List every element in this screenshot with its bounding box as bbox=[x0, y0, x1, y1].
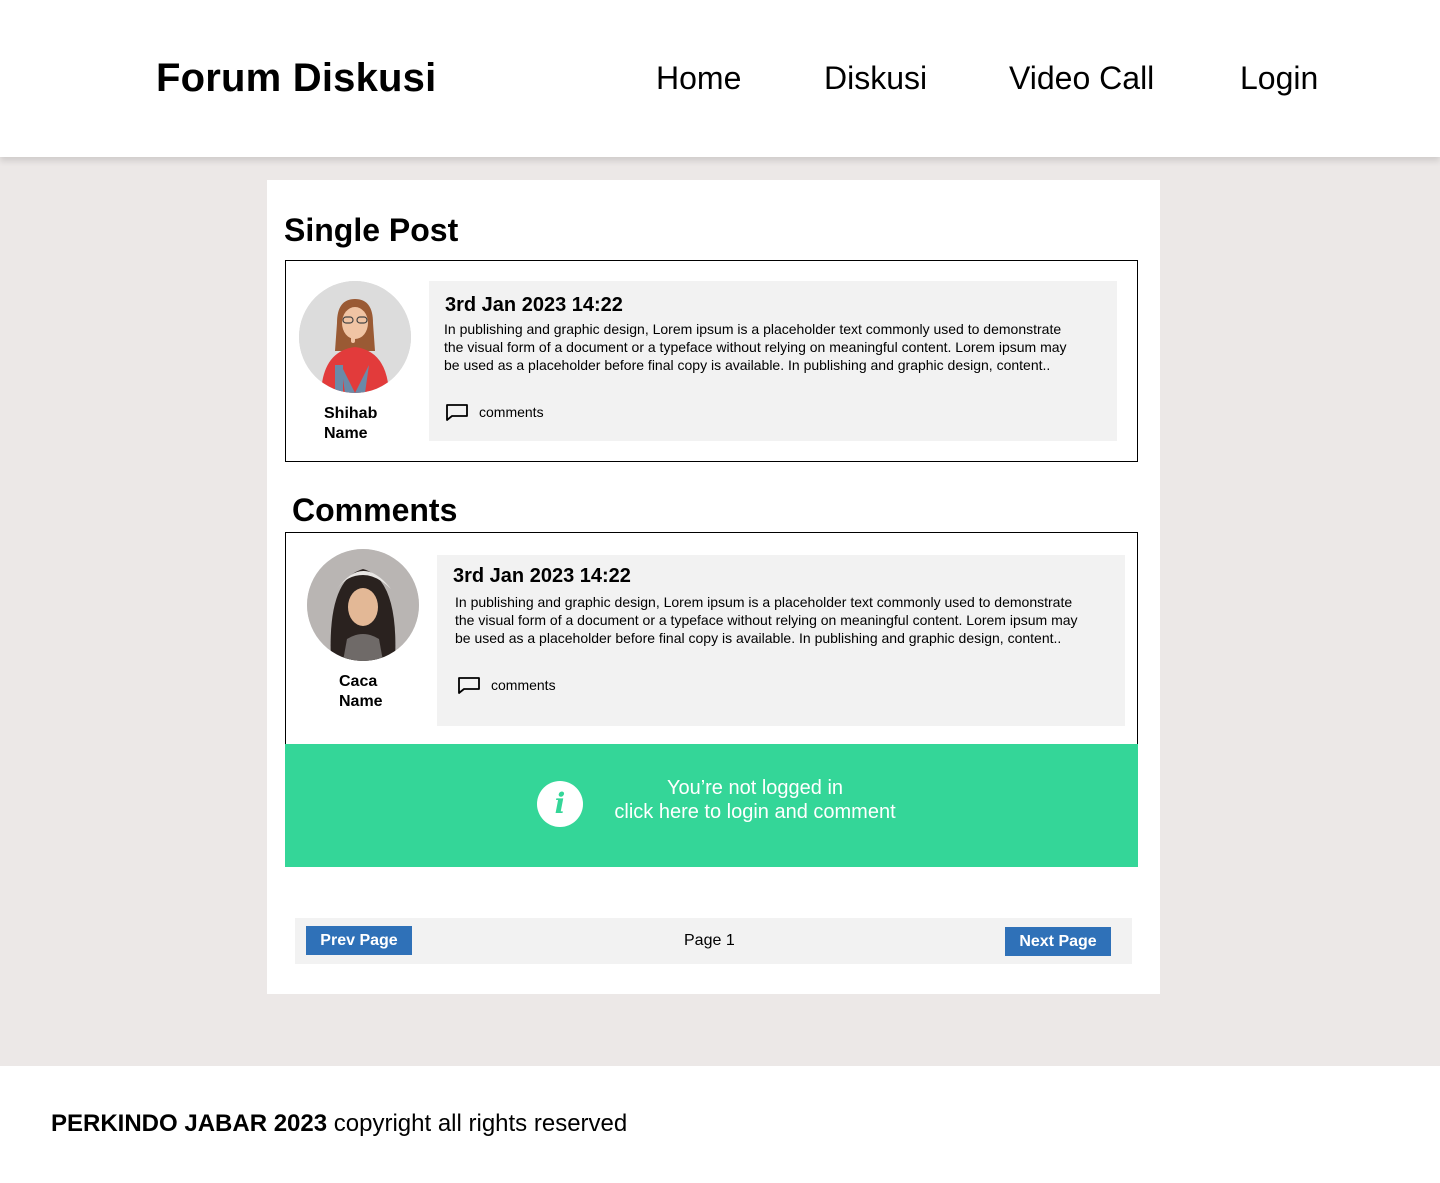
footer-text: PERKINDO JABAR 2023 copyright all rights… bbox=[51, 1110, 627, 1138]
info-icon: i bbox=[537, 781, 583, 827]
footer-org: PERKINDO JABAR 2023 bbox=[51, 1110, 328, 1137]
nav-home[interactable]: Home bbox=[656, 60, 741, 97]
main-card: Single Post Shihab Name 3rd Jan 2023 14:… bbox=[267, 180, 1160, 994]
author-first-name: Caca bbox=[339, 673, 378, 690]
post-date: 3rd Jan 2023 14:22 bbox=[445, 294, 623, 316]
single-post: Shihab Name 3rd Jan 2023 14:22 In publis… bbox=[285, 260, 1138, 462]
post-body: In publishing and graphic design, Lorem … bbox=[444, 321, 1067, 373]
comments-label: comments bbox=[479, 404, 544, 420]
author-first-name: Shihab bbox=[324, 405, 378, 422]
author-name: Caca Name bbox=[339, 672, 383, 712]
site-brand[interactable]: Forum Diskusi bbox=[156, 56, 436, 101]
author-name: Shihab Name bbox=[324, 404, 377, 444]
page-indicator: Page 1 bbox=[684, 932, 735, 949]
site-header: Forum Diskusi Home Diskusi Video Call Lo… bbox=[0, 0, 1440, 157]
comment-body: In publishing and graphic design, Lorem … bbox=[455, 594, 1078, 646]
author-last-name: Name bbox=[339, 693, 383, 710]
comments-label: comments bbox=[491, 677, 556, 693]
login-banner-line1: You’re not logged in bbox=[666, 777, 844, 799]
login-banner-text: You’re not logged in click here to login… bbox=[585, 776, 925, 824]
prev-page-button[interactable]: Prev Page bbox=[306, 926, 412, 955]
avatar[interactable] bbox=[307, 549, 419, 661]
login-banner[interactable]: i You’re not logged in click here to log… bbox=[285, 744, 1138, 867]
avatar-woman-snow-image bbox=[307, 549, 419, 661]
post-content: 3rd Jan 2023 14:22 In publishing and gra… bbox=[429, 281, 1117, 441]
comment-item: Caca Name 3rd Jan 2023 14:22 In publishi… bbox=[285, 532, 1138, 744]
author-last-name: Name bbox=[324, 425, 368, 442]
comment-content: 3rd Jan 2023 14:22 In publishing and gra… bbox=[437, 555, 1125, 726]
comments-link[interactable]: comments bbox=[445, 403, 544, 421]
nav-diskusi[interactable]: Diskusi bbox=[824, 60, 927, 97]
login-banner-line2: click here to login and comment bbox=[614, 801, 896, 823]
nav-login[interactable]: Login bbox=[1240, 60, 1318, 97]
comment-date: 3rd Jan 2023 14:22 bbox=[453, 565, 631, 587]
comments-link[interactable]: comments bbox=[457, 676, 556, 694]
pagination: Prev Page Page 1 Next Page bbox=[295, 918, 1132, 964]
avatar-woman-red-shirt-image bbox=[299, 281, 411, 393]
comment-bubble-icon bbox=[446, 404, 468, 421]
next-page-button[interactable]: Next Page bbox=[1005, 927, 1111, 956]
comment-bubble-icon bbox=[458, 677, 480, 694]
comments-heading: Comments bbox=[292, 492, 458, 528]
single-post-heading: Single Post bbox=[284, 212, 459, 248]
nav-video-call[interactable]: Video Call bbox=[1009, 60, 1154, 97]
site-footer: PERKINDO JABAR 2023 copyright all rights… bbox=[0, 1066, 1440, 1183]
avatar[interactable] bbox=[299, 281, 411, 393]
footer-copyright: copyright all rights reserved bbox=[327, 1110, 628, 1137]
